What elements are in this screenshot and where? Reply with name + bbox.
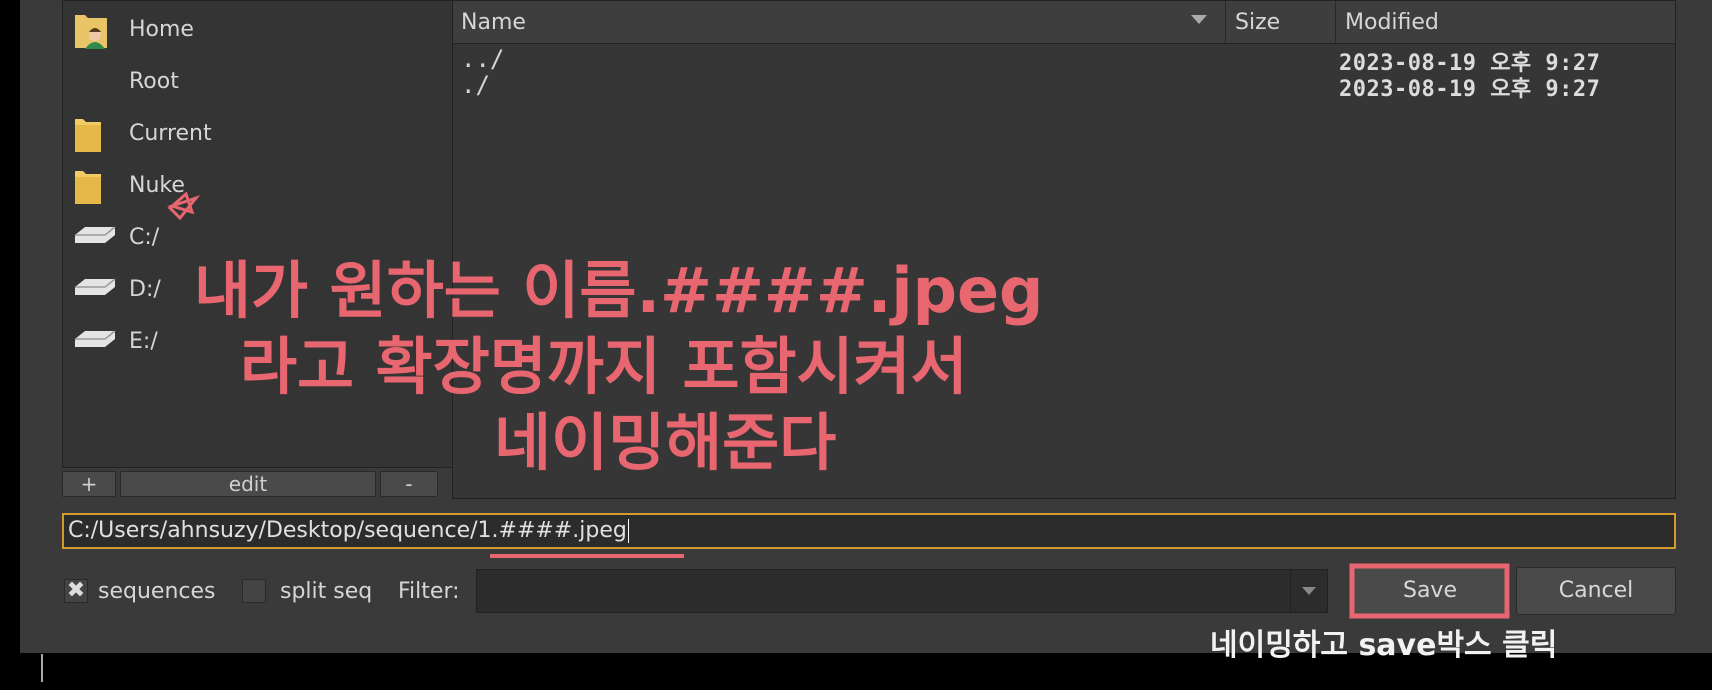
save-highlight-box	[1349, 563, 1510, 619]
save-annotation-note: 네이밍하고 save박스 클릭	[1210, 628, 1558, 663]
text-cursor	[41, 654, 43, 682]
star-mark-icon	[167, 191, 201, 221]
annotation-line-3: 네이밍해준다	[494, 406, 837, 479]
